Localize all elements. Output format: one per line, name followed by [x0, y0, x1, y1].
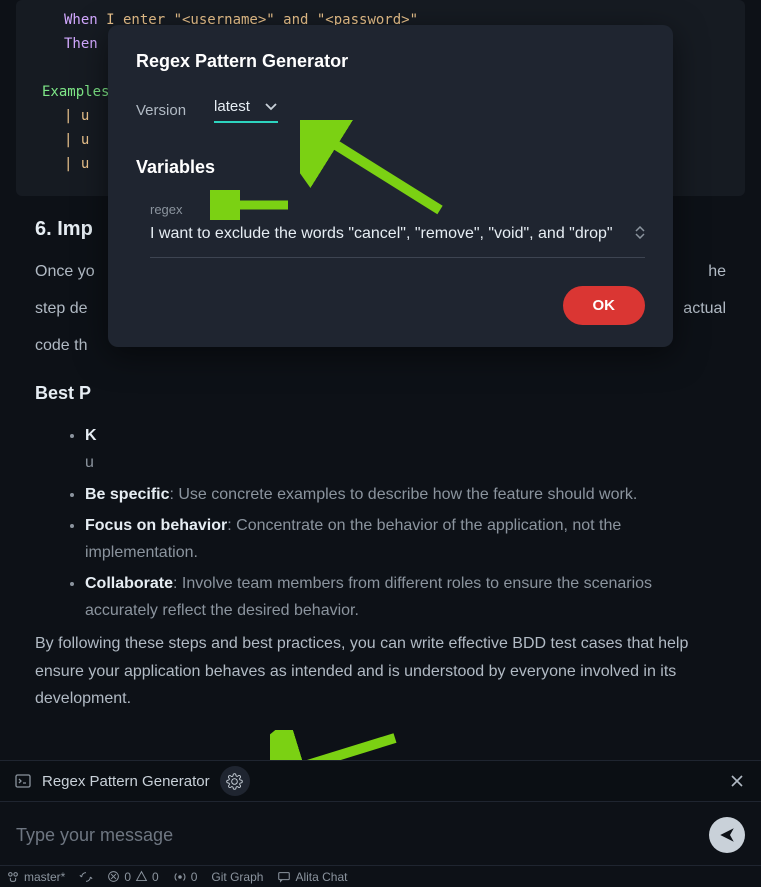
- version-label: Version: [136, 102, 186, 119]
- sync-indicator[interactable]: [79, 870, 93, 884]
- close-button[interactable]: [727, 771, 747, 791]
- chat-icon: [277, 870, 291, 884]
- list-item: Be specific: Use concrete examples to de…: [85, 481, 726, 508]
- list-item: Focus on behavior: Concentrate on the be…: [85, 512, 726, 566]
- variables-heading: Variables: [136, 157, 645, 178]
- version-value: latest: [214, 98, 250, 115]
- alita-chat-button[interactable]: Alita Chat: [277, 870, 347, 884]
- radio-icon: [173, 870, 187, 884]
- chevron-down-icon: [635, 233, 645, 239]
- error-icon: [107, 870, 120, 883]
- branch-indicator[interactable]: master*: [6, 870, 65, 884]
- send-icon: [718, 826, 736, 844]
- warning-icon: [135, 870, 148, 883]
- best-practices-heading: Best P: [35, 378, 726, 409]
- gear-icon: [226, 773, 243, 790]
- status-bar: master* 0 0 0 Git Graph Alita Chat: [0, 865, 761, 887]
- chat-toolbar: Regex Pattern Generator: [0, 760, 761, 802]
- regex-field[interactable]: regex I want to exclude the words "cance…: [150, 202, 645, 258]
- chevron-up-icon: [635, 226, 645, 232]
- keyword-examples: Examples: [42, 84, 109, 100]
- keyword-then: Then: [64, 36, 98, 52]
- keyword-when: When: [64, 12, 98, 28]
- regex-label: regex: [150, 202, 645, 217]
- problems-indicator[interactable]: 0 0: [107, 870, 158, 884]
- send-button[interactable]: [709, 817, 745, 853]
- message-input[interactable]: [16, 825, 699, 846]
- toolbar-title: Regex Pattern Generator: [42, 773, 210, 790]
- settings-button[interactable]: [220, 766, 250, 796]
- git-graph-button[interactable]: Git Graph: [211, 870, 263, 884]
- terminal-icon: [14, 772, 32, 790]
- message-input-row: [0, 805, 761, 865]
- list-item: Collaborate: Involve team members from d…: [85, 570, 726, 624]
- regex-value: I want to exclude the words "cancel", "r…: [150, 221, 645, 247]
- ok-button[interactable]: OK: [563, 286, 646, 325]
- best-practices-list: Ku Be specific: Use concrete examples to…: [35, 422, 726, 624]
- branch-icon: [6, 870, 20, 884]
- version-select[interactable]: latest: [214, 98, 278, 123]
- regex-generator-dialog: Regex Pattern Generator Version latest V…: [108, 25, 673, 347]
- chevron-down-icon: [264, 100, 278, 114]
- dialog-title: Regex Pattern Generator: [136, 51, 645, 72]
- closing-paragraph: By following these steps and best practi…: [35, 630, 726, 712]
- sync-icon: [79, 870, 93, 884]
- stepper-control[interactable]: [635, 226, 645, 239]
- close-icon: [729, 773, 745, 789]
- ports-indicator[interactable]: 0: [173, 870, 198, 884]
- list-item: Ku: [85, 422, 726, 476]
